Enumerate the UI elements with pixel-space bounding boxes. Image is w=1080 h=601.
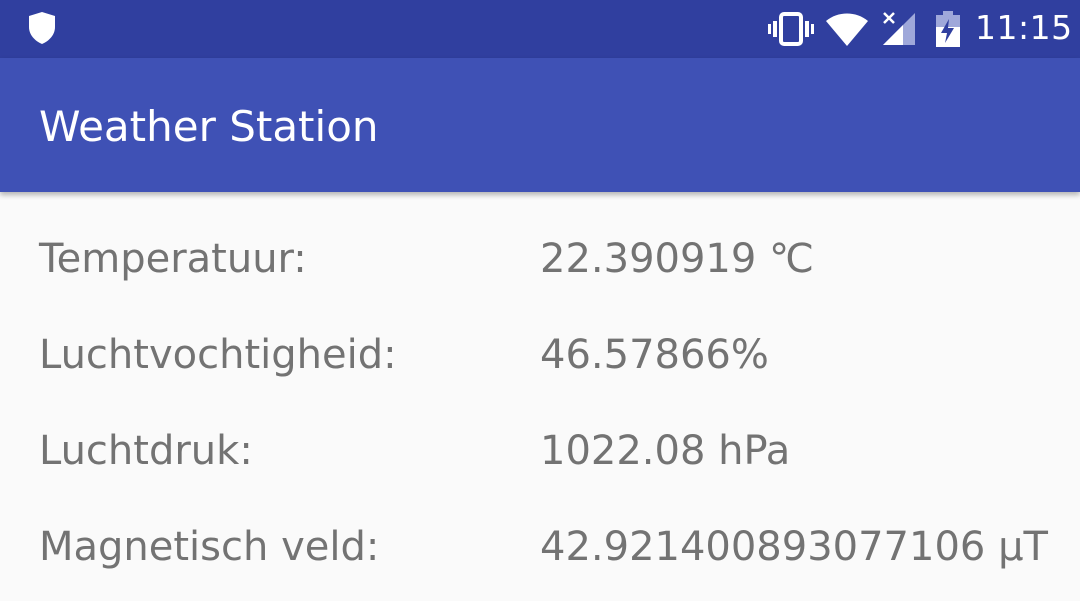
- pressure-label: Luchtdruk:: [39, 428, 253, 474]
- status-bar: 11:15: [0, 0, 1080, 58]
- reading-row-pressure: Luchtdruk: 1022.08 hPa: [0, 428, 1080, 488]
- wifi-icon: [826, 13, 868, 51]
- readings-list: Temperatuur: 22.390919 ℃ Luchtvochtighei…: [0, 192, 1080, 601]
- shield-icon: [27, 11, 57, 49]
- magnetic-field-label: Magnetisch veld:: [39, 524, 380, 570]
- pressure-value: 1022.08 hPa: [540, 428, 791, 474]
- magnetic-field-value: 42.921400893077106 µT: [540, 524, 1048, 570]
- temperature-value: 22.390919 ℃: [540, 236, 814, 282]
- battery-charging-icon: [935, 11, 961, 51]
- vibrate-icon: [768, 11, 814, 51]
- temperature-label: Temperatuur:: [39, 236, 307, 282]
- reading-row-humidity: Luchtvochtigheid: 46.57866%: [0, 332, 1080, 392]
- status-clock: 11:15: [975, 8, 1073, 47]
- no-signal-icon: [881, 11, 917, 51]
- reading-row-temperature: Temperatuur: 22.390919 ℃: [0, 236, 1080, 296]
- humidity-label: Luchtvochtigheid:: [39, 332, 397, 378]
- reading-row-magnetic-field: Magnetisch veld: 42.921400893077106 µT: [0, 524, 1080, 584]
- app-title: Weather Station: [39, 102, 379, 151]
- app-bar: Weather Station: [0, 58, 1080, 192]
- humidity-value: 46.57866%: [540, 332, 769, 378]
